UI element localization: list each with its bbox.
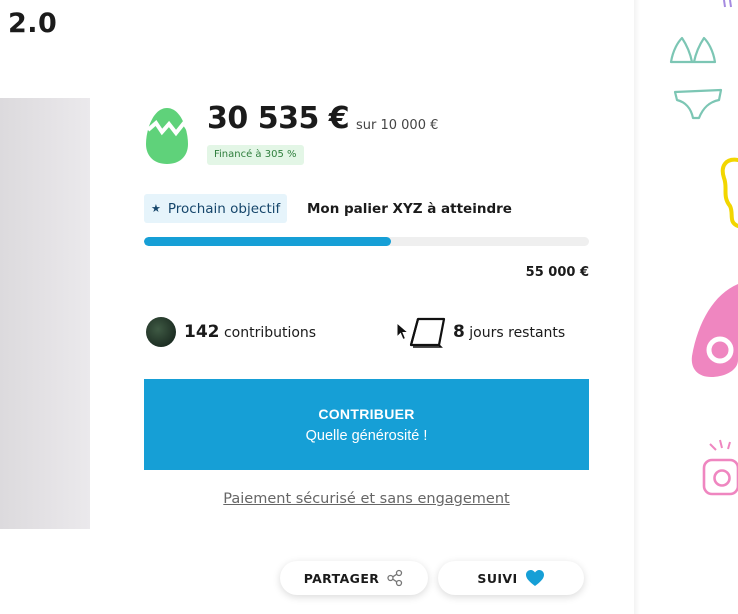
decorative-pink-shape-icon xyxy=(691,284,738,378)
follow-button[interactable]: SUIVI xyxy=(438,561,584,595)
funded-badge: Financé à 305 % xyxy=(207,145,304,165)
share-button-label: PARTAGER xyxy=(303,570,380,586)
calendar-icon xyxy=(409,317,446,348)
next-goal-badge: ★ Prochain objectif xyxy=(144,194,288,223)
bra-icon xyxy=(669,36,717,64)
contribute-button[interactable]: CONTRIBUER Quelle générosité ! xyxy=(144,379,589,470)
contribute-button-label: CONTRIBUER xyxy=(318,405,415,422)
cracked-egg-icon xyxy=(146,108,189,164)
days-count: 8 xyxy=(453,322,465,342)
decorative-yellow-shape-icon xyxy=(720,157,738,228)
days-label: jours restants xyxy=(469,325,566,341)
days-remaining-stat: 8 jours restants xyxy=(453,322,565,342)
funding-goal: sur 10 000 € xyxy=(356,118,439,133)
share-icon xyxy=(387,569,403,587)
next-goal-label: Prochain objectif xyxy=(167,200,281,217)
share-button[interactable]: PARTAGER xyxy=(280,561,428,595)
star-icon: ★ xyxy=(151,202,161,215)
contribute-button-sublabel: Quelle générosité ! xyxy=(305,427,428,444)
contributions-stat[interactable]: 142 contributions xyxy=(184,322,316,342)
underwear-icon xyxy=(673,88,723,120)
panel-divider xyxy=(634,0,640,614)
amount-raised: 30 535 € xyxy=(207,101,350,136)
secure-payment-link[interactable]: Paiement sécurisé et sans engagement xyxy=(144,491,589,507)
page-title: 2.0 xyxy=(8,8,58,39)
project-image[interactable] xyxy=(0,98,90,529)
heart-icon xyxy=(525,570,544,586)
decorative-stroke-icon xyxy=(723,0,732,8)
contributions-count: 142 xyxy=(184,322,220,342)
goal-progress-bar xyxy=(144,237,589,246)
contributions-label: contributions xyxy=(223,325,317,341)
goal-progress-fill xyxy=(144,237,391,246)
goal-target-amount: 55 000 € xyxy=(525,265,589,280)
contributors-avatar xyxy=(146,317,176,347)
next-goal-title: Mon palier XYZ à atteindre xyxy=(307,201,512,217)
camera-icon xyxy=(702,439,738,496)
follow-button-label: SUIVI xyxy=(477,570,518,586)
